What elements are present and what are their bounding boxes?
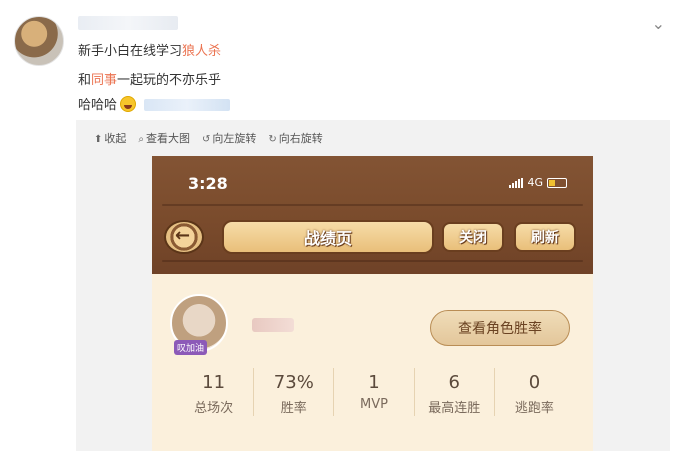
stat-total-games: 11 总场次 bbox=[194, 372, 234, 416]
mention-blurred[interactable] bbox=[144, 99, 231, 111]
record-panel: 叹加油 查看角色胜率 11 总场次 73% 胜率 1 MVP 6 最高连胜 0 … bbox=[152, 274, 593, 451]
zoom-icon: ⌕ bbox=[138, 134, 144, 145]
refresh-button[interactable]: 刷新 bbox=[514, 222, 576, 252]
view-large-button[interactable]: ⌕ 查看大图 bbox=[138, 130, 190, 146]
avatar-tag: 叹加油 bbox=[174, 340, 208, 355]
collapse-icon: ⬆ bbox=[94, 134, 103, 145]
stat-escape-rate: 0 逃跑率 bbox=[493, 368, 574, 416]
network-label: 4G bbox=[527, 176, 543, 189]
close-button[interactable]: 关闭 bbox=[442, 222, 504, 252]
topic-link-werewolf[interactable]: 狼人杀 bbox=[182, 44, 221, 59]
weibo-post: ⌄ 新手小白在线学习狼人杀 和同事一起玩的不亦乐乎 哈哈哈 ⬆ 收起 ⌕ 查看大图 … bbox=[0, 0, 679, 451]
rotate-left-button[interactable]: ↺ 向左旋转 bbox=[202, 130, 256, 146]
author-name-blurred[interactable] bbox=[78, 16, 178, 30]
page-title: 战绩页 bbox=[222, 220, 434, 254]
status-time: 3:28 bbox=[188, 174, 228, 193]
media-toolbar: ⬆ 收起 ⌕ 查看大图 ↺ 向左旋转 ↻ 向右旋转 bbox=[94, 130, 323, 146]
stat-max-streak: 6 最高连胜 bbox=[413, 368, 494, 416]
rotate-right-button[interactable]: ↻ 向右旋转 bbox=[268, 130, 322, 146]
chevron-down-icon[interactable]: ⌄ bbox=[652, 14, 665, 33]
post-text-line-3: 哈哈哈 bbox=[78, 94, 231, 113]
author-avatar[interactable] bbox=[14, 16, 64, 66]
signal-icon bbox=[509, 177, 524, 188]
topic-link-colleague[interactable]: 同事 bbox=[91, 73, 117, 88]
status-indicators: 4G bbox=[509, 176, 567, 189]
post-text-line-2: 和同事一起玩的不亦乐乎 bbox=[78, 73, 222, 88]
stat-win-rate: 73% 胜率 bbox=[253, 368, 333, 416]
laugh-emoji-icon bbox=[120, 96, 137, 112]
post-text-line-1: 新手小白在线学习狼人杀 bbox=[78, 44, 222, 59]
player-name-blurred bbox=[252, 318, 294, 332]
back-arrow-icon[interactable] bbox=[164, 220, 204, 254]
battery-icon bbox=[547, 177, 567, 188]
stat-mvp: 1 MVP bbox=[333, 368, 413, 416]
rotate-left-icon: ↺ bbox=[202, 134, 211, 145]
stats-row: 11 总场次 73% 胜率 1 MVP 6 最高连胜 0 逃跑率 bbox=[174, 368, 574, 416]
game-screenshot[interactable]: 3:28 4G 战绩页 关闭 刷新 叹加油 查看角色胜率 11 总场次 bbox=[152, 156, 593, 451]
rotate-right-icon: ↻ bbox=[268, 134, 277, 145]
collapse-button[interactable]: ⬆ 收起 bbox=[94, 130, 126, 146]
view-role-winrate-button[interactable]: 查看角色胜率 bbox=[430, 310, 570, 346]
media-viewer: ⬆收起 ⌕查看大图 ↺向左旋转 ↻向右旋转 3:28 4G 战绩页 关闭 刷新 … bbox=[76, 120, 670, 451]
